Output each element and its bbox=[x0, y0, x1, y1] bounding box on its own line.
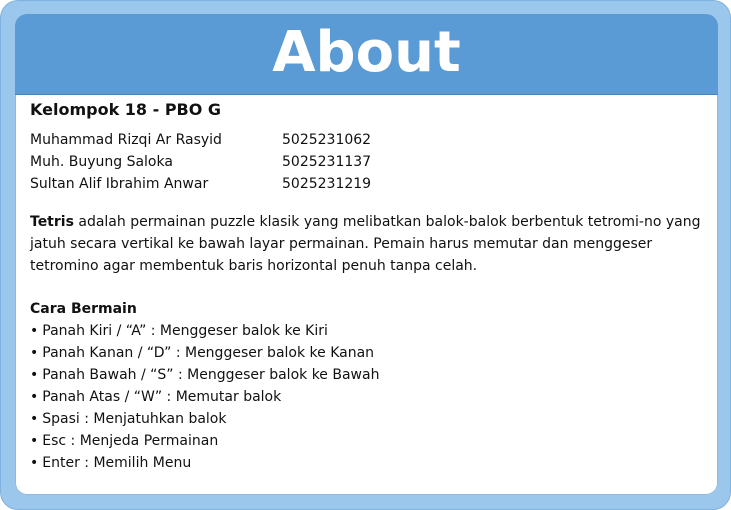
bullet-icon: • bbox=[30, 433, 39, 449]
control-text: Spasi : Menjatuhkan balok bbox=[42, 411, 227, 427]
control-text: Esc : Menjeda Permainan bbox=[42, 433, 219, 449]
page-title: About bbox=[272, 20, 461, 85]
bullet-icon: • bbox=[30, 455, 39, 471]
member-row: Sultan Alif Ibrahim Anwar 5025231219 bbox=[30, 173, 710, 195]
about-window-frame: About Kelompok 18 - PBO G Muhammad Rizqi… bbox=[0, 0, 731, 510]
list-item: • Panah Kiri / “A” : Menggeser balok ke K… bbox=[30, 320, 710, 342]
control-text: Panah Kiri / “A” : Menggeser balok ke Ki… bbox=[42, 323, 328, 339]
member-id: 5025231219 bbox=[282, 176, 372, 192]
about-card: About Kelompok 18 - PBO G Muhammad Rizqi… bbox=[15, 14, 718, 495]
controls-list: • Panah Kiri / “A” : Menggeser balok ke K… bbox=[30, 320, 710, 474]
game-name: Tetris bbox=[30, 214, 74, 230]
bullet-icon: • bbox=[30, 411, 39, 427]
list-item: • Panah Bawah / “S” : Menggeser balok ke … bbox=[30, 364, 710, 386]
member-name: Muhammad Rizqi Ar Rasyid bbox=[30, 132, 222, 148]
member-id: 5025231062 bbox=[282, 132, 372, 148]
control-text: Panah Kanan / “D” : Menggeser balok ke K… bbox=[42, 345, 375, 361]
bullet-icon: • bbox=[30, 367, 39, 383]
list-item: • Spasi : Menjatuhkan balok bbox=[30, 408, 710, 430]
control-text: Enter : Memilih Menu bbox=[42, 455, 192, 471]
list-item: • Esc : Menjeda Permainan bbox=[30, 430, 710, 452]
control-text: Panah Atas / “W” : Memutar balok bbox=[42, 389, 282, 405]
member-row: Muh. Buyung Saloka 5025231137 bbox=[30, 151, 710, 173]
member-name: Sultan Alif Ibrahim Anwar bbox=[30, 176, 209, 192]
list-item: • Enter : Memilih Menu bbox=[30, 452, 710, 474]
control-text: Panah Bawah / “S” : Menggeser balok ke B… bbox=[42, 367, 380, 383]
about-header: About bbox=[15, 14, 718, 95]
bullet-icon: • bbox=[30, 345, 39, 361]
how-to-play-title: Cara Bermain bbox=[30, 301, 137, 317]
list-item: • Panah Kanan / “D” : Menggeser balok ke … bbox=[30, 342, 710, 364]
game-description: Tetris adalah permainan puzzle klasik ya… bbox=[30, 211, 710, 277]
member-id: 5025231137 bbox=[282, 154, 372, 170]
group-title: Kelompok 18 - PBO G bbox=[30, 100, 222, 119]
member-name: Muh. Buyung Saloka bbox=[30, 154, 173, 170]
member-row: Muhammad Rizqi Ar Rasyid 5025231062 bbox=[30, 129, 710, 151]
about-content: Kelompok 18 - PBO G Muhammad Rizqi Ar Ra… bbox=[30, 98, 710, 474]
bullet-icon: • bbox=[30, 323, 39, 339]
bullet-icon: • bbox=[30, 389, 39, 405]
list-item: • Panah Atas / “W” : Memutar balok bbox=[30, 386, 710, 408]
description-text: adalah permainan puzzle klasik yang meli… bbox=[30, 214, 701, 274]
